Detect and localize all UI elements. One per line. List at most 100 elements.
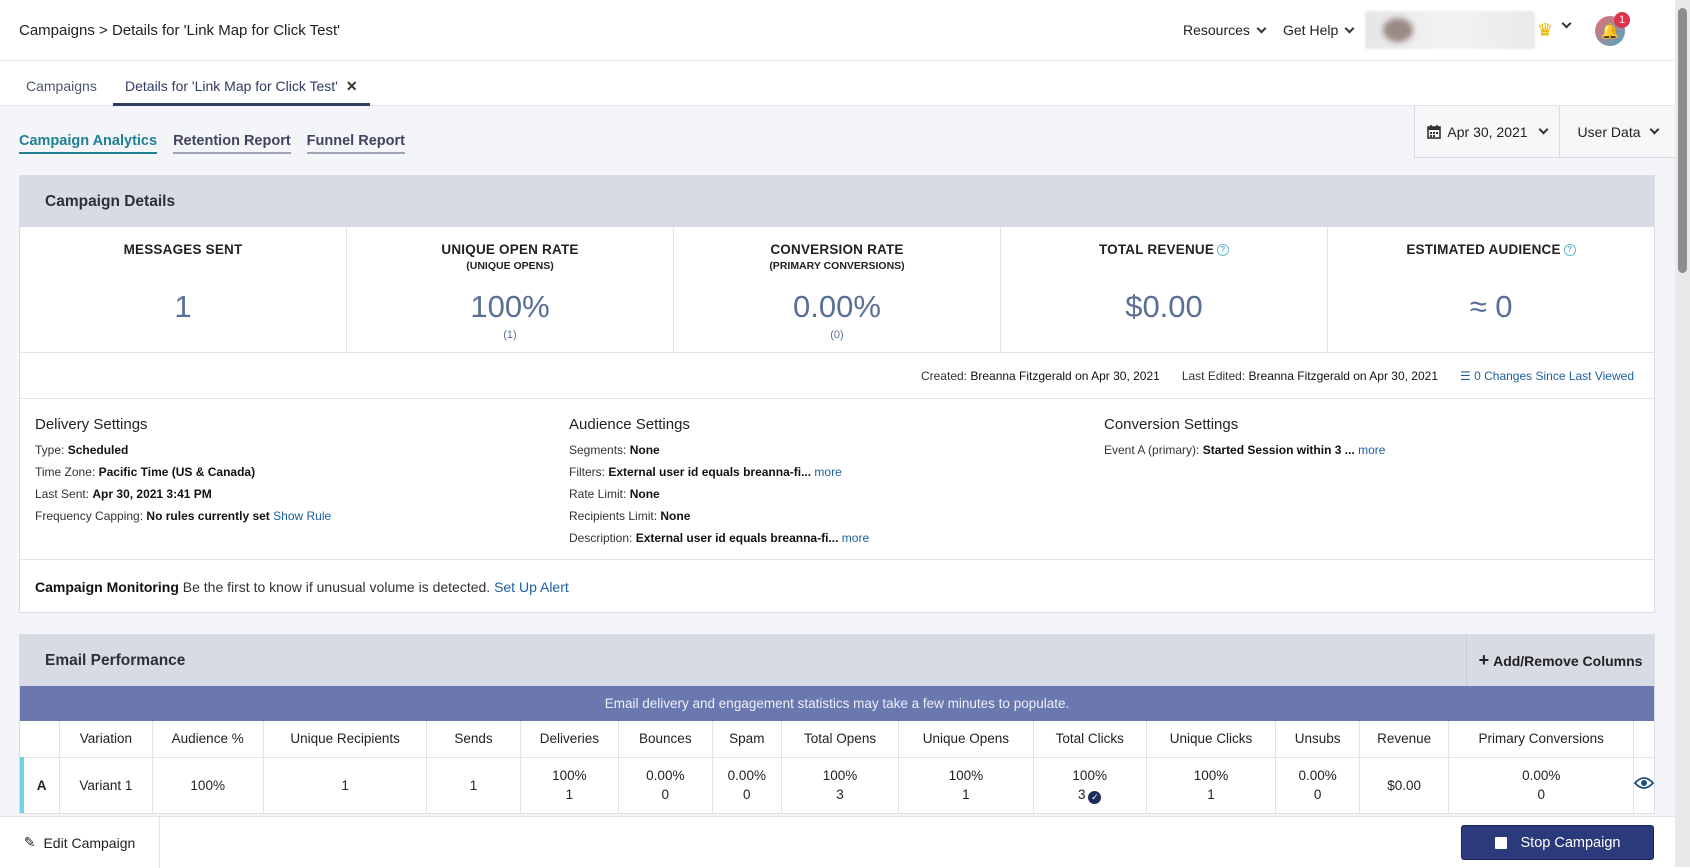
- stats-row: MESSAGES SENT 1 UNIQUE OPEN RATE (UNIQUE…: [20, 227, 1654, 353]
- get-help-label: Get Help: [1283, 22, 1339, 38]
- chevron-down-icon: [1256, 23, 1267, 33]
- stat-count: (0): [830, 329, 844, 341]
- col-primary-conversions: Primary Conversions: [1448, 721, 1634, 758]
- resources-label: Resources: [1183, 22, 1250, 38]
- col-variation: Variation: [59, 721, 153, 758]
- monitoring-label: Campaign Monitoring: [35, 579, 179, 595]
- stat-title: ESTIMATED AUDIENCE: [1406, 242, 1561, 257]
- col-sends: Sends: [426, 721, 521, 758]
- conversion-settings: Conversion Settings Event A (primary): S…: [1104, 416, 1386, 457]
- info-banner: Email delivery and engagement statistics…: [20, 686, 1654, 721]
- col-unique-clicks: Unique Clicks: [1146, 721, 1277, 758]
- show-rule-link[interactable]: Show Rule: [273, 509, 331, 523]
- col-bounces: Bounces: [618, 721, 713, 758]
- pencil-icon: ✎: [23, 834, 36, 850]
- col-total-opens: Total Opens: [781, 721, 900, 758]
- stat-value: 0.00%: [793, 289, 881, 324]
- col-revenue: Revenue: [1359, 721, 1450, 758]
- info-icon[interactable]: ?: [1217, 244, 1230, 256]
- tab-retention-report[interactable]: Retention Report: [173, 133, 291, 154]
- created-label: Created:: [920, 368, 967, 383]
- stat-value: ≈ 0: [1469, 289, 1513, 324]
- campaign-details-title: Campaign Details: [20, 176, 1654, 227]
- variation-name: Variant 1: [59, 757, 153, 813]
- col-deliveries: Deliveries: [520, 721, 620, 758]
- performance-table: Variation Audience % Unique Recipients S…: [20, 721, 1655, 813]
- table-header-row: Variation Audience % Unique Recipients S…: [22, 721, 1654, 758]
- chevron-down-icon: [1344, 23, 1355, 33]
- stat-total-revenue: TOTAL REVENUE? $0.00: [1001, 227, 1328, 352]
- report-tabs: Campaign Analytics Retention Report Funn…: [19, 133, 405, 154]
- stat-title: CONVERSION RATE: [770, 242, 904, 257]
- date-picker-button[interactable]: Apr 30, 2021: [1414, 106, 1559, 158]
- table-row: A Variant 1 100% 1 1 100% 1 0.00% 0 0.00% 0…: [20, 757, 1655, 813]
- crown-icon: ♛: [1537, 20, 1554, 40]
- email-performance-title: Email Performance: [45, 652, 186, 669]
- stat-unique-open-rate: UNIQUE OPEN RATE (UNIQUE OPENS) 100% (1): [347, 227, 674, 352]
- resources-menu[interactable]: Resources: [1183, 22, 1267, 38]
- col-unique-opens: Unique Opens: [898, 721, 1034, 758]
- check-circle-icon[interactable]: ✓: [1088, 791, 1102, 805]
- stat-value: $0.00: [1125, 289, 1203, 324]
- col-unsubs: Unsubs: [1275, 721, 1360, 758]
- tab-campaigns[interactable]: Campaigns: [26, 78, 97, 94]
- conversion-settings-title: Conversion Settings: [1104, 416, 1239, 433]
- delivery-settings-title: Delivery Settings: [35, 416, 148, 433]
- edited-value: Breanna Fitzgerald on Apr 30, 2021: [1248, 368, 1438, 383]
- description-more-link[interactable]: more: [842, 531, 869, 545]
- chevron-down-icon: [1649, 124, 1659, 135]
- col-audience: Audience %: [152, 721, 264, 758]
- stop-campaign-button[interactable]: Stop Campaign: [1461, 825, 1654, 860]
- chevron-down-icon[interactable]: [1561, 18, 1572, 29]
- close-icon[interactable]: ✕: [346, 78, 358, 94]
- scrollbar-thumb[interactable]: [1678, 8, 1687, 273]
- variant-letter: A: [20, 757, 61, 813]
- plus-icon: +: [1478, 650, 1490, 670]
- set-up-alert-link[interactable]: Set Up Alert: [494, 579, 569, 595]
- monitoring-text: Be the first to know if unusual volume i…: [182, 579, 491, 595]
- changes-link[interactable]: ☰ 0 Changes Since Last Viewed: [1460, 369, 1634, 383]
- audience-settings-title: Audience Settings: [569, 416, 690, 433]
- stat-count: (1): [503, 329, 517, 341]
- stat-title: MESSAGES SENT: [123, 242, 243, 257]
- user-data-label: User Data: [1577, 123, 1641, 140]
- calendar-icon: [1427, 124, 1442, 139]
- top-bar: Campaigns > Details for 'Link Map for Cl…: [0, 0, 1675, 61]
- edit-campaign-button[interactable]: ✎ Edit Campaign: [0, 817, 160, 868]
- eye-icon[interactable]: [1633, 776, 1655, 790]
- breadcrumb: Campaigns > Details for 'Link Map for Cl…: [19, 22, 340, 39]
- stat-subtitle: (PRIMARY CONVERSIONS): [769, 260, 905, 272]
- stat-conversion-rate: CONVERSION RATE (PRIMARY CONVERSIONS) 0.…: [674, 227, 1001, 352]
- filters-more-link[interactable]: more: [814, 465, 841, 479]
- add-remove-columns-button[interactable]: + Add/Remove Columns: [1466, 635, 1654, 686]
- campaign-details-card: Campaign Details MESSAGES SENT 1 UNIQUE …: [19, 175, 1655, 613]
- stat-value: 1: [174, 289, 192, 324]
- col-total-clicks: Total Clicks: [1033, 721, 1147, 758]
- date-label: Apr 30, 2021: [1447, 123, 1528, 140]
- notification-badge: 1: [1614, 12, 1630, 28]
- stat-estimated-audience: ESTIMATED AUDIENCE? ≈ 0: [1328, 227, 1654, 352]
- col-spam: Spam: [712, 721, 783, 758]
- col-unique-recipients: Unique Recipients: [263, 721, 428, 758]
- stop-icon: [1494, 836, 1507, 849]
- created-row: Created: Breanna Fitzgerald on Apr 30, 2…: [20, 353, 1654, 399]
- stat-subtitle: (UNIQUE OPENS): [466, 260, 554, 272]
- event-more-link[interactable]: more: [1358, 443, 1385, 457]
- tab-campaign-details[interactable]: Details for 'Link Map for Click Test' ✕: [113, 62, 370, 106]
- tab-funnel-report[interactable]: Funnel Report: [306, 133, 405, 154]
- scrollbar[interactable]: [1675, 0, 1690, 867]
- edited-label: Last Edited:: [1181, 368, 1246, 383]
- tab-campaign-analytics[interactable]: Campaign Analytics: [19, 133, 158, 154]
- campaign-monitoring: Campaign Monitoring Be the first to know…: [20, 559, 1654, 613]
- info-icon[interactable]: ?: [1563, 244, 1576, 256]
- stat-title: UNIQUE OPEN RATE: [441, 242, 579, 257]
- stat-value: 100%: [470, 289, 550, 324]
- get-help-menu[interactable]: Get Help: [1283, 22, 1355, 38]
- user-data-button[interactable]: User Data: [1559, 106, 1675, 158]
- created-value: Breanna Fitzgerald on Apr 30, 2021: [970, 368, 1160, 383]
- tabs-bar: Campaigns Details for 'Link Map for Clic…: [0, 62, 1675, 106]
- stat-messages-sent: MESSAGES SENT 1: [20, 227, 347, 352]
- list-icon: ☰: [1460, 368, 1471, 383]
- avatar: [1383, 18, 1413, 42]
- tab-details-label: Details for 'Link Map for Click Test': [125, 78, 338, 94]
